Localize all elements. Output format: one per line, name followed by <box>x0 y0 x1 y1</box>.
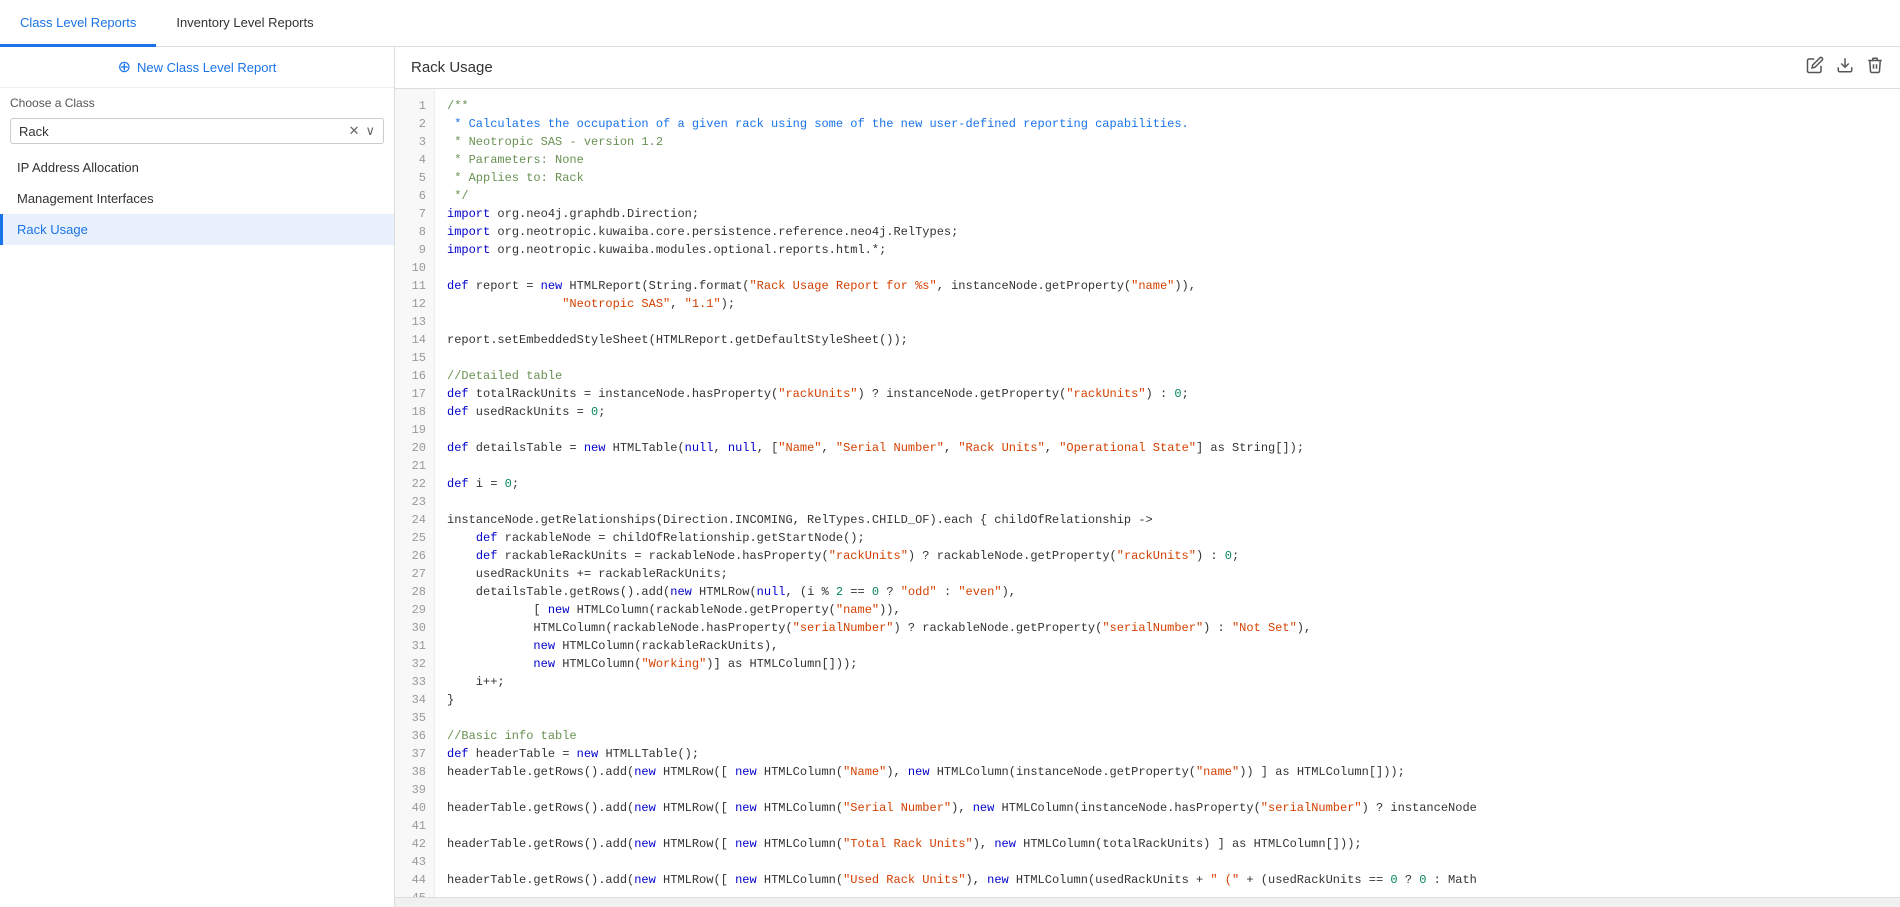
code-area: 123 456 789 101112 131415 161718 192021 … <box>395 89 1900 897</box>
class-selector[interactable]: Rack ✕ ∨ <box>10 118 384 144</box>
sidebar-item-ip-address[interactable]: IP Address Allocation <box>0 152 394 183</box>
tab-class-level[interactable]: Class Level Reports <box>0 0 156 47</box>
sidebar-item-management[interactable]: Management Interfaces <box>0 183 394 214</box>
selected-class: Rack <box>19 124 349 139</box>
editor-title: Rack Usage <box>411 59 493 76</box>
nav-list: IP Address Allocation Management Interfa… <box>0 152 394 245</box>
clear-icon[interactable]: ✕ <box>349 123 360 139</box>
new-report-button[interactable]: ⊕ New Class Level Report <box>0 47 394 88</box>
download-icon[interactable] <box>1836 56 1854 79</box>
horizontal-scrollbar[interactable] <box>395 897 1900 907</box>
edit-icon[interactable] <box>1806 56 1824 79</box>
editor-actions <box>1806 56 1884 79</box>
tab-inventory-level[interactable]: Inventory Level Reports <box>156 0 333 47</box>
sidebar-item-rack-usage[interactable]: Rack Usage <box>0 214 394 245</box>
chevron-down-icon[interactable]: ∨ <box>365 123 375 139</box>
code-content[interactable]: /** * Calculates the occupation of a giv… <box>435 89 1900 897</box>
choose-class-label: Choose a Class <box>0 88 394 114</box>
plus-circle-icon: ⊕ <box>118 57 131 77</box>
line-numbers: 123 456 789 101112 131415 161718 192021 … <box>395 89 435 897</box>
delete-icon[interactable] <box>1866 56 1884 79</box>
